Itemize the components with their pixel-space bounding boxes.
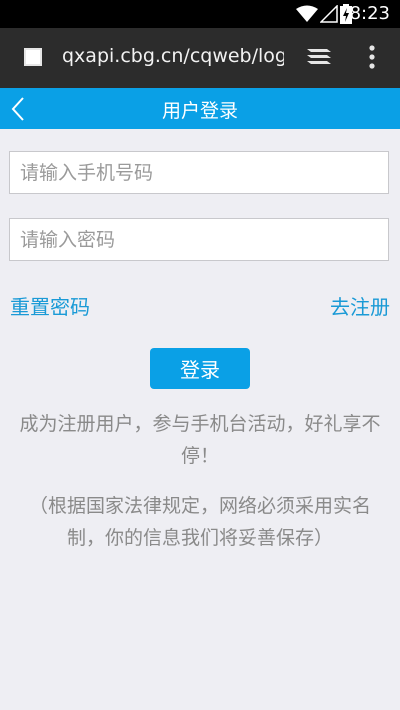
wifi-icon: [296, 5, 318, 27]
app-header: 用户登录: [0, 88, 400, 129]
login-button[interactable]: 登录: [150, 348, 250, 389]
register-link[interactable]: 去注册: [330, 291, 390, 320]
password-field[interactable]: [9, 218, 389, 261]
status-bar: 8:23: [0, 0, 400, 28]
password-input[interactable]: [10, 219, 388, 260]
address-bar[interactable]: qxapi.cbg.cn/cqweb/logi: [62, 45, 284, 67]
status-time: 8:23: [349, 3, 390, 24]
page-title: 用户登录: [161, 100, 238, 122]
phone-field[interactable]: [9, 151, 389, 194]
promo-text: 成为注册用户，参与手机台活动，好礼享不停！: [19, 413, 381, 467]
reset-password-link[interactable]: 重置密码: [10, 291, 90, 320]
privacy-notice: （根据国家法律规定，网络必须采用实名制，你的信息我们将妥善保存）: [28, 495, 371, 549]
tabs-icon[interactable]: [305, 46, 333, 72]
overflow-menu-icon[interactable]: [368, 44, 376, 74]
signal-icon: [319, 4, 338, 27]
browser-toolbar: qxapi.cbg.cn/cqweb/logi: [0, 28, 400, 88]
phone-input[interactable]: [10, 152, 388, 193]
site-favicon-icon: [24, 48, 42, 66]
